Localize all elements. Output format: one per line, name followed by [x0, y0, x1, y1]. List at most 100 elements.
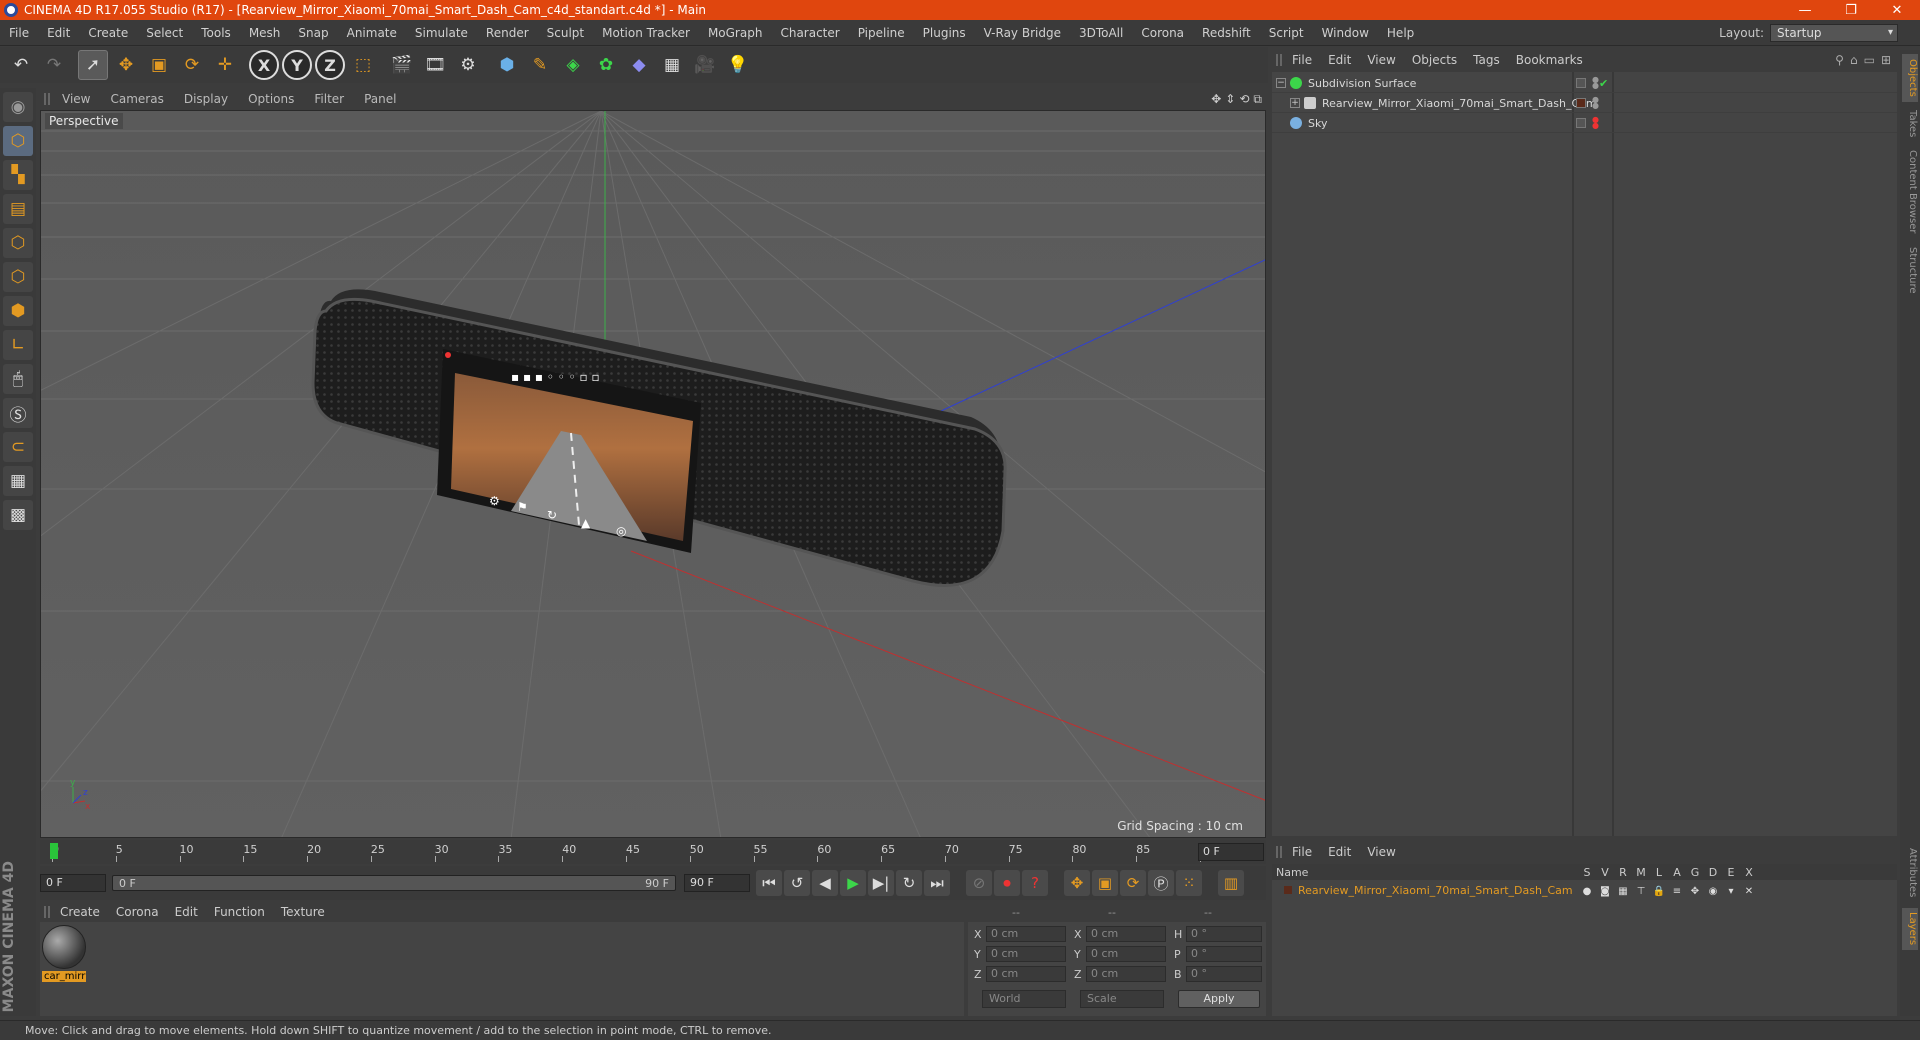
menu-select[interactable]: Select [137, 26, 192, 40]
position-y-field[interactable]: 0 cm [986, 946, 1066, 962]
material-menu-texture[interactable]: Texture [273, 905, 333, 919]
camera-icon[interactable]: 🎥 [690, 50, 720, 80]
size-mode-dropdown[interactable]: Scale [1080, 990, 1164, 1008]
play-forward-icon[interactable]: ▶ [840, 870, 866, 896]
current-frame-field[interactable]: 0 F [1198, 843, 1264, 861]
layout-select[interactable]: Startup [1770, 23, 1898, 42]
subdivision-generator-icon[interactable]: ◈ [558, 50, 588, 80]
menu-create[interactable]: Create [79, 26, 137, 40]
menu-animate[interactable]: Animate [338, 26, 406, 40]
menu-script[interactable]: Script [1260, 26, 1313, 40]
render-view-icon[interactable]: 🎬 [387, 50, 417, 80]
rotation-h-field[interactable]: 0 ° [1186, 926, 1262, 942]
deformers-toggle-icon[interactable]: ◉ [1704, 886, 1722, 897]
layers-menu-edit[interactable]: Edit [1320, 845, 1359, 859]
menu-corona[interactable]: Corona [1132, 26, 1193, 40]
position-z-field[interactable]: 0 cm [986, 966, 1066, 982]
tab-attributes[interactable]: Attributes [1902, 842, 1918, 904]
perspective-viewport[interactable]: ⚙ ⚑ ↻ ▲ ◎ ▪ ▪ ▪ ◦ ◦ ◦ ▫ ▫ y x z Perspect… [40, 110, 1266, 838]
points-mode-icon[interactable]: ⬡ [3, 228, 33, 258]
solo-toggle-icon[interactable]: ● [1578, 886, 1596, 897]
key-point-level-icon[interactable]: ⁙ [1176, 870, 1202, 896]
previous-key-icon[interactable]: ↺ [784, 870, 810, 896]
viewport-menu-display[interactable]: Display [174, 92, 238, 106]
spline-pen-icon[interactable]: ✎ [525, 50, 555, 80]
key-position-icon[interactable]: ✥ [1064, 870, 1090, 896]
menu-mesh[interactable]: Mesh [240, 26, 290, 40]
panel-grip-icon[interactable] [44, 93, 52, 105]
visibility-dots-icon[interactable]: ● ● [1592, 116, 1599, 130]
object-name[interactable]: Rearview_Mirror_Xiaomi_70mai_Smart_Dash_… [1322, 97, 1597, 110]
material-menu-corona[interactable]: Corona [108, 905, 167, 919]
search-icon[interactable]: ⚲ [1835, 53, 1844, 67]
viewport-menu-options[interactable]: Options [238, 92, 304, 106]
menu-plugins[interactable]: Plugins [914, 26, 975, 40]
objects-menu-tags[interactable]: Tags [1465, 53, 1508, 67]
layers-menu-view[interactable]: View [1359, 845, 1403, 859]
layer-tag-swatch[interactable] [1576, 78, 1586, 88]
next-key-icon[interactable]: ↻ [896, 870, 922, 896]
viewport-camera-label[interactable]: Perspective [45, 113, 123, 129]
coordinate-system-icon[interactable]: ⬚ [348, 50, 378, 80]
transform-tool-icon[interactable]: ✛ [210, 50, 240, 80]
x-axis-lock-icon[interactable]: X [249, 50, 279, 80]
snap-icon[interactable]: ⊂ [3, 432, 33, 462]
layer-name[interactable]: Rearview_Mirror_Xiaomi_70mai_Smart_Dash_… [1298, 884, 1573, 897]
previous-frame-icon[interactable]: ◀ [812, 870, 838, 896]
go-to-start-icon[interactable]: ⏮ [756, 870, 782, 896]
pan-view-icon[interactable]: ✥ [1211, 92, 1221, 107]
viewport-menu-cameras[interactable]: Cameras [100, 92, 173, 106]
key-parameter-icon[interactable]: Ⓟ [1148, 870, 1174, 896]
animation-toggle-icon[interactable]: ≡ [1668, 886, 1686, 897]
edges-mode-icon[interactable]: ⬡ [3, 262, 33, 292]
size-z-field[interactable]: 0 cm [1086, 966, 1166, 982]
new-view-icon[interactable]: ▭ [1864, 53, 1875, 67]
layer-tag-swatch[interactable] [1576, 98, 1586, 108]
enabled-check-icon[interactable]: ✔ [1599, 77, 1608, 90]
tab-objects[interactable]: Objects [1902, 54, 1918, 102]
tab-structure[interactable]: Structure [1902, 242, 1918, 298]
autokeying-icon[interactable]: ? [1022, 870, 1048, 896]
menu-help[interactable]: Help [1378, 26, 1423, 40]
material-manager-area[interactable]: car_mirr [40, 922, 964, 1016]
rotation-p-field[interactable]: 0 ° [1186, 946, 1262, 962]
menu-motion-tracker[interactable]: Motion Tracker [593, 26, 699, 40]
apply-button[interactable]: Apply [1178, 990, 1260, 1008]
menu-3dtoall[interactable]: 3DToAll [1070, 26, 1132, 40]
scale-tool-icon[interactable]: ▣ [144, 50, 174, 80]
rotate-tool-icon[interactable]: ⟳ [177, 50, 207, 80]
menu-redshift[interactable]: Redshift [1193, 26, 1260, 40]
panel-grip-icon[interactable] [44, 906, 52, 918]
key-rotation-icon[interactable]: ⟳ [1120, 870, 1146, 896]
menu-pipeline[interactable]: Pipeline [849, 26, 914, 40]
menu-render[interactable]: Render [477, 26, 538, 40]
restore-button[interactable]: ❐ [1828, 3, 1874, 18]
tab-takes[interactable]: Takes [1902, 106, 1918, 142]
menu-window[interactable]: Window [1313, 26, 1378, 40]
menu-mograph[interactable]: MoGraph [699, 26, 772, 40]
select-tool-icon[interactable]: ➚ [78, 50, 108, 80]
object-manager-list[interactable]: − Subdivision Surface ● ● ✔ + Rearview_Mi… [1272, 72, 1897, 836]
layer-tag-swatch[interactable] [1576, 118, 1586, 128]
next-frame-icon[interactable]: ▶| [868, 870, 894, 896]
menu-tools[interactable]: Tools [192, 26, 240, 40]
object-name[interactable]: Sky [1308, 117, 1327, 130]
material-preview-swatch[interactable] [42, 925, 86, 969]
material-menu-create[interactable]: Create [52, 905, 108, 919]
timeline-window-icon[interactable]: ▥ [1218, 870, 1244, 896]
viewport-menu-view[interactable]: View [52, 92, 100, 106]
axis-mode-icon[interactable]: ∟ [3, 330, 33, 360]
playhead-marker[interactable] [50, 843, 58, 859]
visibility-dots-icon[interactable]: ● ● [1592, 96, 1599, 110]
tab-content-browser[interactable]: Content Browser [1902, 146, 1918, 238]
close-button[interactable]: ✕ [1874, 3, 1920, 18]
collapse-toggle-icon[interactable]: − [1276, 78, 1286, 88]
tab-layers[interactable]: Layers [1902, 908, 1918, 950]
tweak-mode-icon[interactable]: 🖱 [3, 364, 33, 394]
view-toggle-icon[interactable]: ◙ [1596, 886, 1614, 897]
viewport-menu-filter[interactable]: Filter [304, 92, 354, 106]
mograph-cloner-icon[interactable]: ✿ [591, 50, 621, 80]
panel-grip-icon[interactable] [1276, 54, 1284, 66]
panel-grip-icon[interactable] [1276, 846, 1284, 858]
orbit-view-icon[interactable]: ⟲ [1239, 92, 1249, 107]
